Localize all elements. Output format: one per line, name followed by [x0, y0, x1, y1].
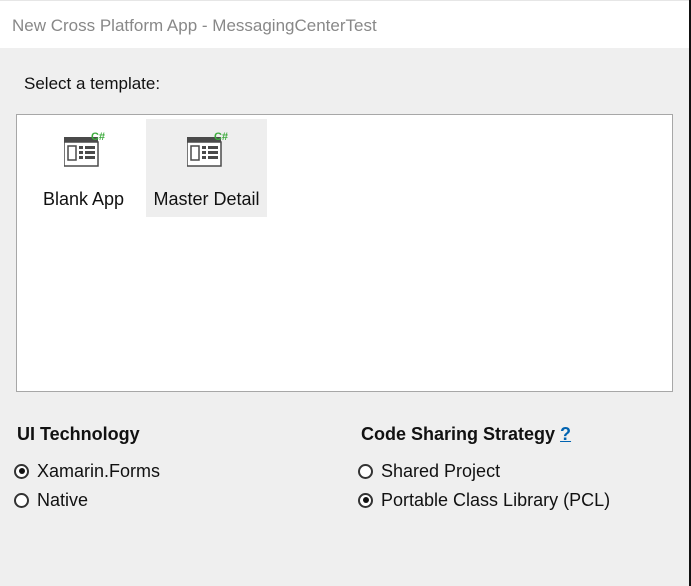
radio-label: Shared Project: [381, 460, 501, 481]
ui-technology-heading: UI Technology: [17, 424, 140, 444]
radio-native[interactable]: Native: [14, 488, 88, 512]
radio-label: Portable Class Library (PCL): [381, 489, 611, 510]
radio-button[interactable]: [14, 492, 29, 508]
template-label: Blank App: [42, 189, 125, 209]
xamarin-forms-template-icon: C#: [187, 131, 228, 167]
template-list[interactable]: C# Blank App C# Master Detail: [16, 114, 673, 392]
radio-xamarin-forms[interactable]: Xamarin.Forms: [14, 459, 160, 483]
csharp-badge: C#: [214, 131, 228, 143]
template-master-detail[interactable]: C# Master Detail: [146, 119, 267, 217]
radio-button-checked[interactable]: [358, 492, 373, 508]
radio-button[interactable]: [358, 463, 373, 479]
select-template-label: Select a template:: [24, 74, 161, 93]
radio-shared-project[interactable]: Shared Project: [358, 459, 500, 483]
xamarin-forms-template-icon: C#: [64, 131, 105, 167]
code-sharing-heading-text: Code Sharing Strategy: [361, 424, 556, 444]
template-blank-app[interactable]: C# Blank App: [23, 119, 144, 217]
csharp-badge: C#: [91, 131, 105, 143]
radio-pcl[interactable]: Portable Class Library (PCL): [358, 488, 610, 512]
window-title: New Cross Platform App - MessagingCenter…: [12, 16, 377, 35]
title-bar: New Cross Platform App - MessagingCenter…: [0, 0, 689, 48]
radio-label: Xamarin.Forms: [37, 460, 161, 481]
template-label: Master Detail: [153, 189, 260, 209]
radio-button-checked[interactable]: [14, 463, 29, 479]
code-sharing-heading: Code Sharing Strategy?: [361, 424, 571, 445]
help-link[interactable]: ?: [560, 424, 571, 444]
radio-label: Native: [37, 489, 89, 510]
dialog-window: New Cross Platform App - MessagingCenter…: [0, 0, 689, 586]
